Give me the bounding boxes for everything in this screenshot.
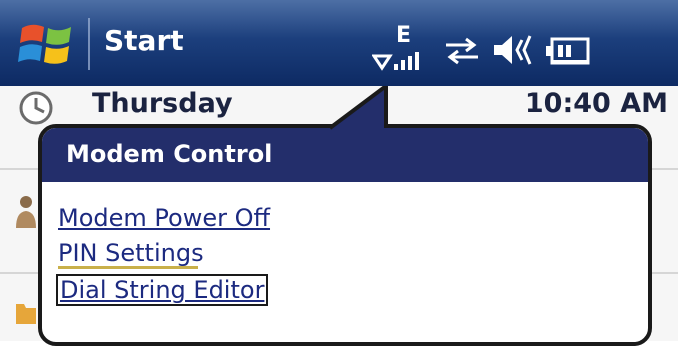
popup-title: Modem Control	[66, 140, 273, 168]
folder-icon	[16, 304, 36, 324]
network-type-letter: E	[396, 23, 411, 48]
start-menu-button[interactable]: Start	[104, 24, 184, 57]
signal-icon[interactable]: E	[372, 20, 422, 74]
sync-arrows-icon[interactable]	[442, 36, 482, 66]
battery-icon[interactable]	[546, 36, 590, 66]
startbar-divider	[88, 18, 90, 70]
dial-string-editor-link[interactable]: Dial String Editor	[56, 274, 269, 306]
popup-callout-pointer	[330, 86, 388, 130]
clock-icon	[19, 91, 53, 125]
owner-icon	[16, 196, 36, 228]
pin-settings-item[interactable]: PIN Settings	[58, 239, 204, 267]
device-screen: Start E Thursday 10:40 AM Modem Control …	[0, 0, 678, 346]
pin-settings-underline	[58, 266, 198, 269]
windows-logo-icon[interactable]	[18, 18, 74, 70]
today-time[interactable]: 10:40 AM	[525, 88, 668, 119]
modem-control-popup: Modem Control Modem Power Off PIN Settin…	[38, 124, 652, 346]
modem-power-off-link[interactable]: Modem Power Off	[58, 204, 270, 232]
today-date[interactable]: Thursday	[92, 88, 233, 119]
popup-header: Modem Control	[42, 128, 648, 182]
speaker-icon[interactable]	[492, 32, 538, 68]
start-bar: Start E	[0, 0, 678, 86]
